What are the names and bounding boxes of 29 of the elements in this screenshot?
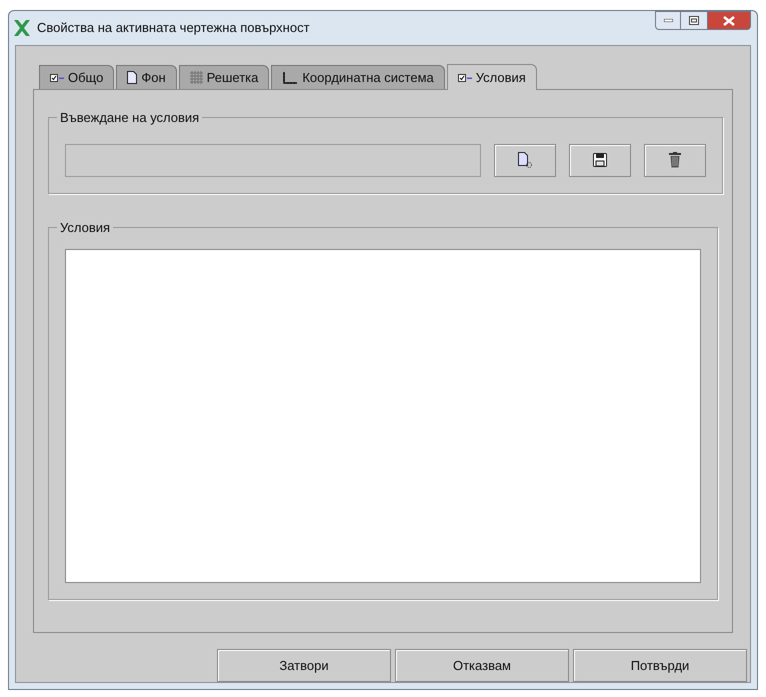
toolbar-button[interactable]: [569, 144, 631, 176]
dialog-button[interactable]: Затвори: [217, 649, 391, 682]
dialog-button[interactable]: Потвърди: [573, 649, 747, 682]
maximize-icon: [689, 16, 699, 25]
trash-icon: [669, 152, 681, 168]
minimize-icon: [664, 19, 672, 22]
checkbox-icon: [50, 72, 64, 82]
minimize-button[interactable]: [655, 11, 681, 30]
page-icon: [127, 71, 138, 84]
axes-icon: [282, 70, 298, 84]
close-icon: [723, 16, 735, 26]
group-title: Въвеждане на условия: [59, 109, 200, 127]
grid-icon: [190, 71, 203, 84]
tab[interactable]: Решетка: [178, 65, 270, 89]
toolbar-button[interactable]: [644, 144, 706, 176]
close-button[interactable]: [707, 11, 751, 30]
tab[interactable]: Координатна система: [271, 65, 445, 89]
dialog-button[interactable]: Отказвам: [395, 649, 569, 682]
tab[interactable]: Фон: [116, 65, 177, 89]
condition-input-field[interactable]: [65, 144, 481, 176]
group-title: Условия: [59, 218, 112, 236]
window-title: Свойства на активната чертежна повърхност: [37, 19, 310, 38]
checkbox-icon: [458, 72, 472, 82]
new-document-icon: [517, 152, 533, 168]
maximize-button[interactable]: [681, 11, 707, 30]
toolbar-button[interactable]: [494, 144, 556, 176]
tab[interactable]: Условия: [446, 64, 537, 90]
app-logo-icon: [13, 19, 31, 37]
tab[interactable]: Общо: [39, 65, 114, 89]
